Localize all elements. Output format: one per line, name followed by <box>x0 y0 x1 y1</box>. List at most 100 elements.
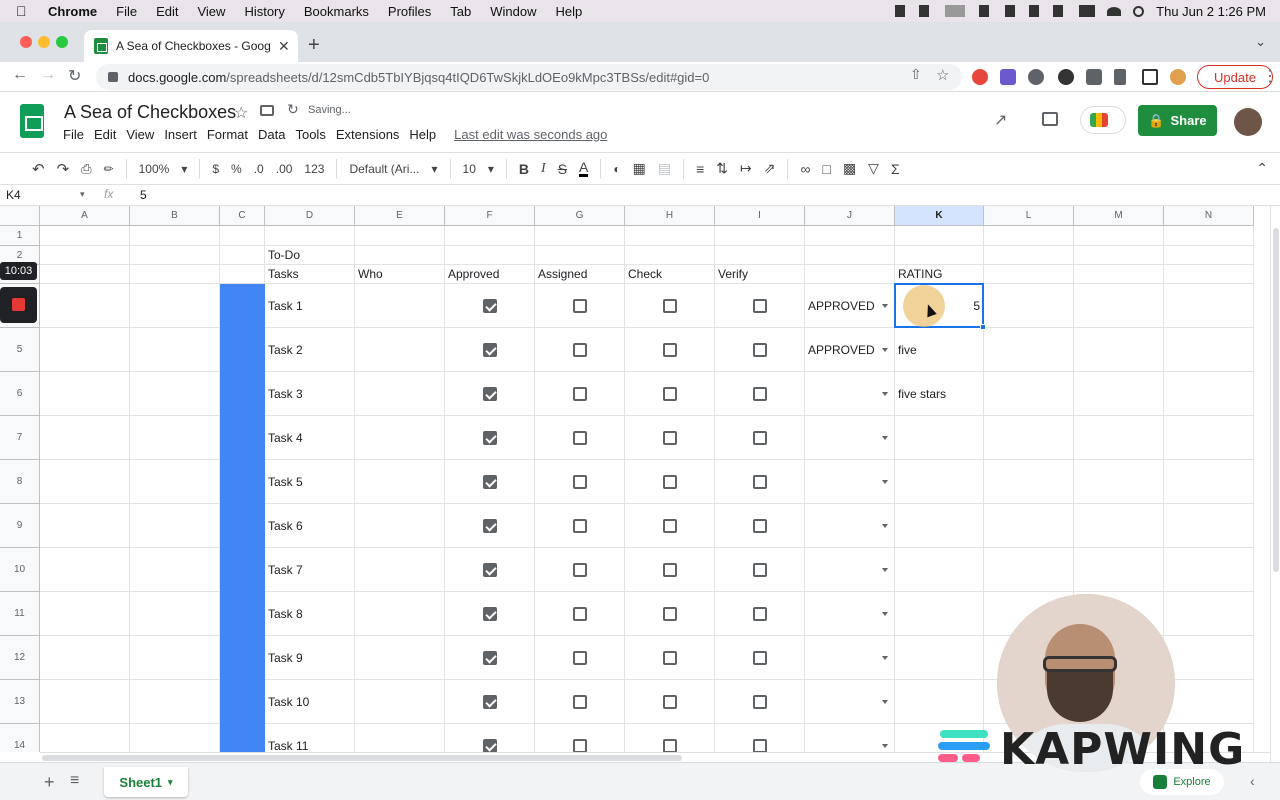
cell-l1[interactable] <box>984 226 1074 246</box>
menu-bookmarks[interactable]: Bookmarks <box>304 4 369 19</box>
checkbox[interactable] <box>482 694 497 709</box>
insert-comment-icon[interactable]: □ <box>822 161 830 177</box>
cell-i2[interactable] <box>715 246 805 265</box>
cell-c5[interactable] <box>220 328 265 372</box>
cell-l6[interactable] <box>984 372 1074 416</box>
sheets-logo-icon[interactable] <box>20 104 44 138</box>
menu-edit[interactable]: Edit <box>156 4 178 19</box>
chevron-down-icon[interactable]: ⌄ <box>1255 34 1266 50</box>
menu-file[interactable]: File <box>63 127 84 142</box>
sheet-tab[interactable]: Sheet1 ▾ <box>104 767 188 797</box>
cell-i10[interactable] <box>715 548 805 592</box>
checkbox[interactable] <box>752 430 767 445</box>
cell-d7[interactable]: Task 4 <box>265 416 355 460</box>
cell-h12[interactable] <box>625 636 715 680</box>
cell-e13[interactable] <box>355 680 445 724</box>
checkbox[interactable] <box>572 342 587 357</box>
cell-i1[interactable] <box>715 226 805 246</box>
column-header-k[interactable]: K <box>895 206 984 226</box>
cell-k1[interactable] <box>895 226 984 246</box>
cell-e5[interactable] <box>355 328 445 372</box>
dropdown-arrow-icon[interactable] <box>882 611 888 616</box>
cell-d5[interactable]: Task 2 <box>265 328 355 372</box>
checkbox[interactable] <box>572 606 587 621</box>
cell-b8[interactable] <box>130 460 220 504</box>
cell-a9[interactable] <box>40 504 130 548</box>
cell-g2[interactable] <box>535 246 625 265</box>
fill-color-icon[interactable]: ◐ <box>613 162 620 176</box>
cell-d2[interactable]: To-Do <box>265 246 355 265</box>
cell-n4[interactable] <box>1164 284 1254 328</box>
reading-list-icon[interactable] <box>1114 69 1126 85</box>
checkbox[interactable] <box>662 650 677 665</box>
name-box[interactable]: K4 <box>6 188 90 202</box>
vertical-align-icon[interactable]: ⇅ <box>716 160 728 177</box>
checkbox[interactable] <box>752 650 767 665</box>
cell-g6[interactable] <box>535 372 625 416</box>
search-icon[interactable] <box>1133 5 1145 17</box>
dropdown-arrow-icon[interactable] <box>882 347 888 352</box>
cell-i13[interactable] <box>715 680 805 724</box>
column-header-g[interactable]: G <box>535 206 625 226</box>
cell-n5[interactable] <box>1164 328 1254 372</box>
cell-g1[interactable] <box>535 226 625 246</box>
cell-h6[interactable] <box>625 372 715 416</box>
cell-k13[interactable] <box>895 680 984 724</box>
cell-d14[interactable]: Task 11 <box>265 724 355 752</box>
row-header[interactable]: 7 <box>0 416 40 460</box>
menu-file[interactable]: File <box>116 4 137 19</box>
column-header-i[interactable]: I <box>715 206 805 226</box>
cell-a10[interactable] <box>40 548 130 592</box>
cell-k3[interactable]: RATING <box>895 265 984 284</box>
cell-k5[interactable]: five <box>895 328 984 372</box>
cell-c12[interactable] <box>220 636 265 680</box>
fill-handle[interactable] <box>980 324 986 330</box>
checkbox[interactable] <box>662 738 677 752</box>
new-tab-icon[interactable]: + <box>308 34 320 57</box>
cell-k11[interactable] <box>895 592 984 636</box>
cell-i11[interactable] <box>715 592 805 636</box>
cell-n11[interactable] <box>1164 592 1254 636</box>
stop-recording-button[interactable] <box>0 287 37 323</box>
bookmark-star-icon[interactable]: ☆ <box>936 66 949 84</box>
cell-h8[interactable] <box>625 460 715 504</box>
cell-a12[interactable] <box>40 636 130 680</box>
cell-b11[interactable] <box>130 592 220 636</box>
cell-j7[interactable] <box>805 416 895 460</box>
menu-tools[interactable]: Tools <box>295 127 325 142</box>
more-menu-icon[interactable]: ⋮ <box>1262 66 1278 86</box>
checkbox[interactable] <box>482 430 497 445</box>
cell-c9[interactable] <box>220 504 265 548</box>
cell-h2[interactable] <box>625 246 715 265</box>
cell-e4[interactable] <box>355 284 445 328</box>
cell-a7[interactable] <box>40 416 130 460</box>
dropdown-arrow-icon[interactable] <box>882 303 888 308</box>
checkbox[interactable] <box>662 694 677 709</box>
redo-icon[interactable]: ↷ <box>57 160 70 178</box>
cell-e3[interactable]: Who <box>355 265 445 284</box>
increase-decimal-button[interactable]: .00 <box>276 162 293 176</box>
column-header-f[interactable]: F <box>445 206 535 226</box>
cell-c4[interactable] <box>220 284 265 328</box>
row-header[interactable]: 10 <box>0 548 40 592</box>
cell-c13[interactable] <box>220 680 265 724</box>
cell-d1[interactable] <box>265 226 355 246</box>
chevron-down-icon[interactable]: ▾ <box>431 162 437 176</box>
checkbox[interactable] <box>572 430 587 445</box>
cell-g14[interactable] <box>535 724 625 752</box>
cell-j2[interactable] <box>805 246 895 265</box>
clock[interactable]: Thu Jun 2 1:26 PM <box>1156 4 1266 19</box>
cell-f3[interactable]: Approved <box>445 265 535 284</box>
cell-h11[interactable] <box>625 592 715 636</box>
cell-a1[interactable] <box>40 226 130 246</box>
cell-a11[interactable] <box>40 592 130 636</box>
cell-m4[interactable] <box>1074 284 1164 328</box>
cell-g8[interactable] <box>535 460 625 504</box>
row-header[interactable]: 6 <box>0 372 40 416</box>
cell-e8[interactable] <box>355 460 445 504</box>
menu-format[interactable]: Format <box>207 127 248 142</box>
cell-e9[interactable] <box>355 504 445 548</box>
menu-history[interactable]: History <box>244 4 284 19</box>
cell-i5[interactable] <box>715 328 805 372</box>
dropdown-arrow-icon[interactable] <box>882 567 888 572</box>
